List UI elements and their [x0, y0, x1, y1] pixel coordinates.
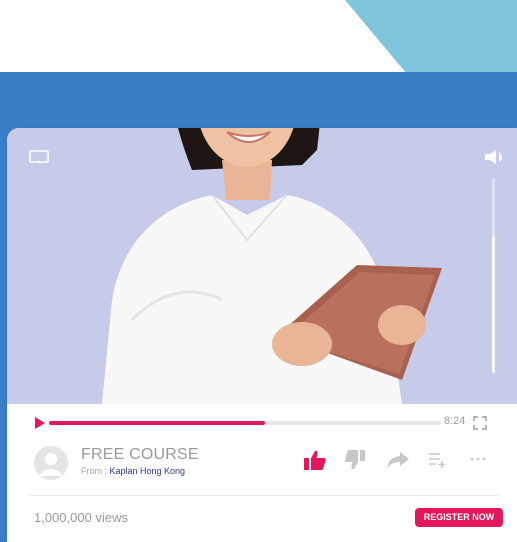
- presenter-image: [102, 128, 442, 404]
- thumbs-down-icon[interactable]: [345, 450, 365, 470]
- divider: [29, 495, 499, 496]
- video-player[interactable]: [7, 128, 517, 404]
- progress-played: [49, 421, 265, 425]
- cast-icon[interactable]: [29, 150, 49, 164]
- register-now-button[interactable]: REGISTER NOW: [415, 508, 503, 527]
- volume-icon[interactable]: [483, 150, 507, 164]
- thumbs-up-icon[interactable]: [304, 450, 326, 470]
- volume-level: [492, 236, 495, 373]
- play-icon[interactable]: [35, 417, 45, 429]
- channel-avatar[interactable]: [34, 446, 68, 480]
- fullscreen-icon[interactable]: [473, 416, 487, 430]
- course-source: From : Kaplan Hong Kong: [81, 466, 185, 476]
- progress-bar[interactable]: [49, 421, 441, 425]
- avatar-user-icon: [40, 453, 62, 476]
- more-dots-icon[interactable]: [470, 457, 486, 461]
- add-to-playlist-icon[interactable]: [429, 452, 447, 468]
- course-title: FREE COURSE: [81, 446, 199, 463]
- from-prefix: From :: [81, 466, 110, 476]
- player-controls: 8:24: [7, 404, 517, 444]
- video-card: 8:24 FREE COURSE From : Kaplan Hong Kong…: [7, 128, 517, 542]
- volume-slider[interactable]: [492, 178, 495, 373]
- share-arrow-icon[interactable]: [387, 452, 409, 468]
- channel-link[interactable]: Kaplan Hong Kong: [110, 466, 186, 476]
- time-display: 8:24: [444, 415, 466, 427]
- teal-decoration: [345, 0, 517, 72]
- view-count: 1,000,000 views: [34, 510, 128, 525]
